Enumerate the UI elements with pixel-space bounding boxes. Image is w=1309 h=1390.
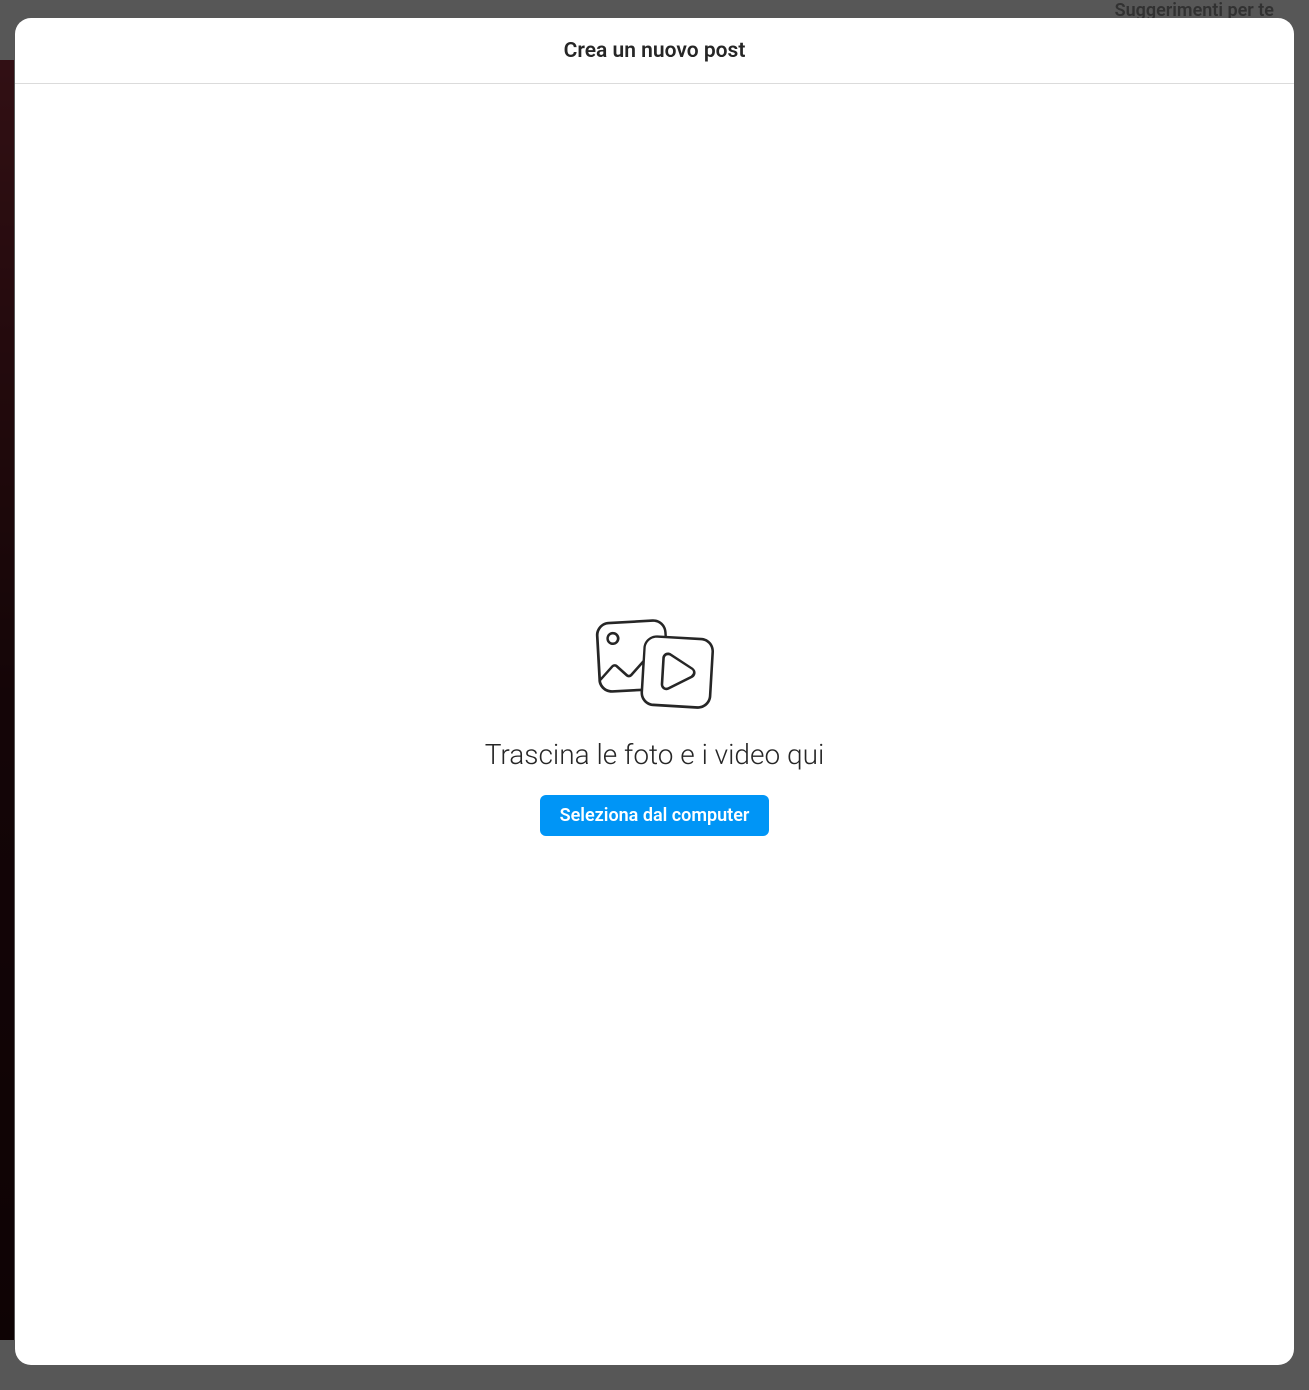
media-upload-icon [590,614,720,714]
modal-title: Crea un nuovo post [564,39,746,63]
select-from-computer-button[interactable]: Seleziona dal computer [540,795,770,836]
create-post-modal: Crea un nuovo post Trascina le foto e i … [15,18,1294,1365]
modal-body-dropzone[interactable]: Trascina le foto e i video qui Seleziona… [15,84,1294,1365]
drag-prompt-text: Trascina le foto e i video qui [485,738,825,771]
modal-header: Crea un nuovo post [15,18,1294,84]
